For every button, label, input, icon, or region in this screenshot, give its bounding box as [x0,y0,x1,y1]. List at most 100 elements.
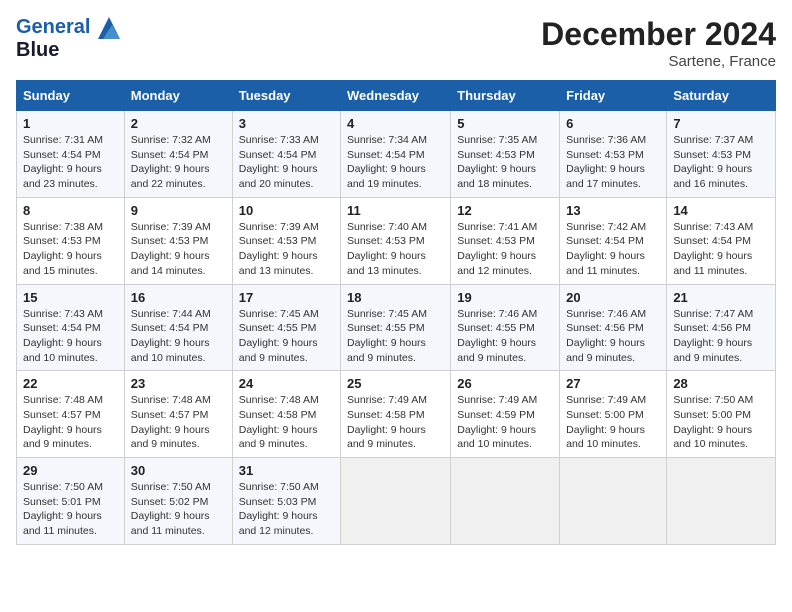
day-number: 16 [131,290,226,305]
day-number: 3 [239,116,334,131]
calendar-header-row: SundayMondayTuesdayWednesdayThursdayFrid… [17,81,776,111]
logo-icon [98,17,120,39]
calendar-cell: 1 Sunrise: 7:31 AM Sunset: 4:54 PM Dayli… [17,111,125,198]
calendar-week-1: 1 Sunrise: 7:31 AM Sunset: 4:54 PM Dayli… [17,111,776,198]
logo-blue: Blue [16,39,120,61]
calendar-cell: 22 Sunrise: 7:48 AM Sunset: 4:57 PM Dayl… [17,371,125,458]
calendar-table: SundayMondayTuesdayWednesdayThursdayFrid… [16,80,776,545]
day-info: Sunrise: 7:43 AM Sunset: 4:54 PM Dayligh… [23,307,118,366]
day-number: 10 [239,203,334,218]
calendar-week-2: 8 Sunrise: 7:38 AM Sunset: 4:53 PM Dayli… [17,197,776,284]
day-info: Sunrise: 7:33 AM Sunset: 4:54 PM Dayligh… [239,133,334,192]
calendar-cell: 17 Sunrise: 7:45 AM Sunset: 4:55 PM Dayl… [232,284,340,371]
day-info: Sunrise: 7:45 AM Sunset: 4:55 PM Dayligh… [239,307,334,366]
calendar-week-5: 29 Sunrise: 7:50 AM Sunset: 5:01 PM Dayl… [17,458,776,545]
calendar-cell: 8 Sunrise: 7:38 AM Sunset: 4:53 PM Dayli… [17,197,125,284]
day-info: Sunrise: 7:47 AM Sunset: 4:56 PM Dayligh… [673,307,769,366]
calendar-cell: 7 Sunrise: 7:37 AM Sunset: 4:53 PM Dayli… [667,111,776,198]
day-number: 17 [239,290,334,305]
calendar-cell: 24 Sunrise: 7:48 AM Sunset: 4:58 PM Dayl… [232,371,340,458]
day-number: 5 [457,116,553,131]
calendar-cell: 28 Sunrise: 7:50 AM Sunset: 5:00 PM Dayl… [667,371,776,458]
logo: General Blue [16,16,120,61]
calendar-cell: 16 Sunrise: 7:44 AM Sunset: 4:54 PM Dayl… [124,284,232,371]
day-number: 6 [566,116,660,131]
day-number: 14 [673,203,769,218]
day-number: 11 [347,203,444,218]
day-info: Sunrise: 7:50 AM Sunset: 5:00 PM Dayligh… [673,393,769,452]
calendar-week-3: 15 Sunrise: 7:43 AM Sunset: 4:54 PM Dayl… [17,284,776,371]
day-number: 29 [23,463,118,478]
day-info: Sunrise: 7:37 AM Sunset: 4:53 PM Dayligh… [673,133,769,192]
day-number: 23 [131,376,226,391]
calendar-cell: 14 Sunrise: 7:43 AM Sunset: 4:54 PM Dayl… [667,197,776,284]
calendar-cell: 20 Sunrise: 7:46 AM Sunset: 4:56 PM Dayl… [560,284,667,371]
col-header-monday: Monday [124,81,232,111]
day-info: Sunrise: 7:43 AM Sunset: 4:54 PM Dayligh… [673,220,769,279]
day-number: 27 [566,376,660,391]
location: Sartene, France [541,53,776,70]
day-number: 9 [131,203,226,218]
calendar-cell: 27 Sunrise: 7:49 AM Sunset: 5:00 PM Dayl… [560,371,667,458]
day-info: Sunrise: 7:48 AM Sunset: 4:57 PM Dayligh… [131,393,226,452]
day-number: 4 [347,116,444,131]
title-block: December 2024 Sartene, France [541,16,776,70]
day-info: Sunrise: 7:35 AM Sunset: 4:53 PM Dayligh… [457,133,553,192]
col-header-saturday: Saturday [667,81,776,111]
day-info: Sunrise: 7:39 AM Sunset: 4:53 PM Dayligh… [131,220,226,279]
day-info: Sunrise: 7:38 AM Sunset: 4:53 PM Dayligh… [23,220,118,279]
day-number: 8 [23,203,118,218]
day-number: 21 [673,290,769,305]
day-info: Sunrise: 7:32 AM Sunset: 4:54 PM Dayligh… [131,133,226,192]
calendar-cell: 5 Sunrise: 7:35 AM Sunset: 4:53 PM Dayli… [451,111,560,198]
day-number: 1 [23,116,118,131]
calendar-cell: 11 Sunrise: 7:40 AM Sunset: 4:53 PM Dayl… [341,197,451,284]
col-header-thursday: Thursday [451,81,560,111]
calendar-cell: 25 Sunrise: 7:49 AM Sunset: 4:58 PM Dayl… [341,371,451,458]
day-number: 13 [566,203,660,218]
day-info: Sunrise: 7:50 AM Sunset: 5:01 PM Dayligh… [23,480,118,539]
day-number: 18 [347,290,444,305]
day-info: Sunrise: 7:49 AM Sunset: 4:58 PM Dayligh… [347,393,444,452]
calendar-cell: 23 Sunrise: 7:48 AM Sunset: 4:57 PM Dayl… [124,371,232,458]
calendar-cell: 9 Sunrise: 7:39 AM Sunset: 4:53 PM Dayli… [124,197,232,284]
day-info: Sunrise: 7:49 AM Sunset: 4:59 PM Dayligh… [457,393,553,452]
day-number: 31 [239,463,334,478]
day-info: Sunrise: 7:48 AM Sunset: 4:57 PM Dayligh… [23,393,118,452]
day-info: Sunrise: 7:50 AM Sunset: 5:02 PM Dayligh… [131,480,226,539]
day-number: 12 [457,203,553,218]
page-header: General Blue December 2024 Sartene, Fran… [16,16,776,70]
day-info: Sunrise: 7:44 AM Sunset: 4:54 PM Dayligh… [131,307,226,366]
col-header-sunday: Sunday [17,81,125,111]
calendar-cell: 19 Sunrise: 7:46 AM Sunset: 4:55 PM Dayl… [451,284,560,371]
day-info: Sunrise: 7:48 AM Sunset: 4:58 PM Dayligh… [239,393,334,452]
calendar-week-4: 22 Sunrise: 7:48 AM Sunset: 4:57 PM Dayl… [17,371,776,458]
calendar-cell: 18 Sunrise: 7:45 AM Sunset: 4:55 PM Dayl… [341,284,451,371]
calendar-cell: 21 Sunrise: 7:47 AM Sunset: 4:56 PM Dayl… [667,284,776,371]
day-number: 30 [131,463,226,478]
day-info: Sunrise: 7:39 AM Sunset: 4:53 PM Dayligh… [239,220,334,279]
month-title: December 2024 [541,16,776,53]
col-header-wednesday: Wednesday [341,81,451,111]
calendar-cell: 4 Sunrise: 7:34 AM Sunset: 4:54 PM Dayli… [341,111,451,198]
day-info: Sunrise: 7:46 AM Sunset: 4:56 PM Dayligh… [566,307,660,366]
day-number: 25 [347,376,444,391]
calendar-cell: 15 Sunrise: 7:43 AM Sunset: 4:54 PM Dayl… [17,284,125,371]
day-info: Sunrise: 7:41 AM Sunset: 4:53 PM Dayligh… [457,220,553,279]
calendar-cell: 31 Sunrise: 7:50 AM Sunset: 5:03 PM Dayl… [232,458,340,545]
calendar-cell [341,458,451,545]
day-info: Sunrise: 7:42 AM Sunset: 4:54 PM Dayligh… [566,220,660,279]
day-number: 26 [457,376,553,391]
day-number: 7 [673,116,769,131]
day-info: Sunrise: 7:46 AM Sunset: 4:55 PM Dayligh… [457,307,553,366]
calendar-cell [667,458,776,545]
col-header-friday: Friday [560,81,667,111]
day-info: Sunrise: 7:31 AM Sunset: 4:54 PM Dayligh… [23,133,118,192]
day-info: Sunrise: 7:50 AM Sunset: 5:03 PM Dayligh… [239,480,334,539]
day-number: 19 [457,290,553,305]
day-number: 24 [239,376,334,391]
col-header-tuesday: Tuesday [232,81,340,111]
calendar-cell: 13 Sunrise: 7:42 AM Sunset: 4:54 PM Dayl… [560,197,667,284]
day-number: 20 [566,290,660,305]
calendar-cell: 29 Sunrise: 7:50 AM Sunset: 5:01 PM Dayl… [17,458,125,545]
